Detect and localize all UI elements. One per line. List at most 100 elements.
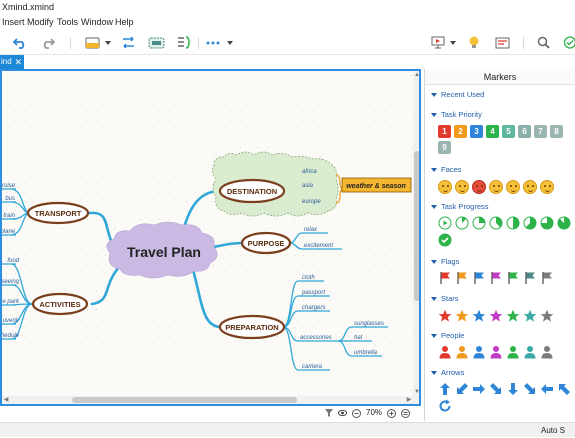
subtopic[interactable]: uvenir	[3, 318, 20, 324]
person-icon[interactable]	[438, 345, 452, 359]
horizontal-scrollbar[interactable]: ◀ ▶	[2, 396, 413, 404]
star-icon[interactable]	[438, 309, 452, 323]
menu-modify[interactable]: Modify	[27, 15, 54, 30]
angry-face-icon[interactable]	[472, 180, 486, 194]
section-task-priority[interactable]: Task Priority	[431, 110, 482, 119]
share-icon[interactable]	[561, 34, 575, 51]
branch-transport[interactable]: TRANSPORT	[35, 209, 82, 218]
star-icon[interactable]	[489, 309, 503, 323]
subtopic[interactable]: plane	[2, 229, 16, 235]
arrow-icon[interactable]	[557, 382, 571, 396]
arrow-icon[interactable]	[506, 382, 520, 396]
flag-icon[interactable]	[489, 271, 503, 285]
zoom-out-icon[interactable]	[352, 408, 361, 418]
subtopic[interactable]: food	[7, 258, 19, 264]
summary-icon[interactable]	[175, 34, 191, 51]
scroll-thumb-h[interactable]	[72, 397, 297, 403]
more-dropdown-icon[interactable]	[226, 34, 234, 51]
section-faces[interactable]: Faces	[431, 165, 461, 174]
section-task-progress[interactable]: Task Progress	[431, 202, 489, 211]
priority-6-icon[interactable]: 6	[518, 125, 531, 138]
section-flags[interactable]: Flags	[431, 257, 459, 266]
mindmap-canvas[interactable]: Travel Plan TRANSPORT ACTIVITIES DESTINA…	[0, 69, 421, 406]
person-icon[interactable]	[489, 345, 503, 359]
arrow-icon[interactable]	[489, 382, 503, 396]
arrow-icon[interactable]	[540, 382, 554, 396]
section-people[interactable]: People	[431, 331, 464, 340]
surprise-face-icon[interactable]	[506, 180, 520, 194]
star-icon[interactable]	[523, 309, 537, 323]
person-icon[interactable]	[455, 345, 469, 359]
flag-icon[interactable]	[438, 271, 452, 285]
topic-style-icon[interactable]	[84, 34, 100, 51]
subtopic[interactable]: train	[3, 213, 15, 219]
flag-icon[interactable]	[523, 271, 537, 285]
subtopic[interactable]: sunglasses	[354, 321, 384, 327]
scroll-thumb[interactable]	[414, 151, 419, 301]
smile-face-icon[interactable]	[438, 180, 452, 194]
presentation-dropdown-icon[interactable]	[449, 34, 457, 51]
star-icon[interactable]	[540, 309, 554, 323]
wink-face-icon[interactable]	[540, 180, 554, 194]
star-icon[interactable]	[472, 309, 486, 323]
subtopic[interactable]: relax	[304, 227, 318, 233]
idea-icon[interactable]	[466, 34, 482, 51]
branch-destination[interactable]: DESTINATION	[227, 187, 277, 196]
star-icon[interactable]	[455, 309, 469, 323]
subtopic[interactable]: camera	[302, 364, 323, 370]
flag-icon[interactable]	[506, 271, 520, 285]
menu-insert[interactable]: Insert	[2, 15, 25, 30]
flag-icon[interactable]	[472, 271, 486, 285]
progress-5-icon[interactable]	[523, 216, 537, 230]
subtopic[interactable]: umbrella	[354, 350, 378, 356]
more-icon[interactable]	[205, 34, 221, 51]
progress-3-icon[interactable]	[489, 216, 503, 230]
subtopic[interactable]: hedule	[2, 333, 20, 339]
priority-5-icon[interactable]: 5	[502, 125, 515, 138]
flag-icon[interactable]	[455, 271, 469, 285]
person-icon[interactable]	[540, 345, 554, 359]
arrow-icon[interactable]	[523, 382, 537, 396]
close-icon[interactable]: ✕	[14, 55, 22, 69]
priority-8-icon[interactable]: 8	[550, 125, 563, 138]
branch-purpose[interactable]: PURPOSE	[248, 239, 285, 248]
subtopic[interactable]: accessories	[300, 335, 332, 341]
zoom-in-icon[interactable]	[387, 408, 397, 418]
progress-0-icon[interactable]	[438, 216, 452, 230]
progress-4-icon[interactable]	[506, 216, 520, 230]
subtopic[interactable]: e park	[2, 299, 20, 305]
subtopic[interactable]: asia	[302, 183, 314, 189]
scroll-left-icon[interactable]: ◀	[2, 396, 10, 404]
vertical-scrollbar[interactable]: ▲ ▼	[413, 71, 419, 404]
branch-activities[interactable]: ACTIVITIES	[39, 300, 80, 309]
scroll-down-icon[interactable]: ▼	[413, 388, 419, 396]
star-icon[interactable]	[506, 309, 520, 323]
central-topic[interactable]: Travel Plan	[127, 244, 201, 260]
subtopic[interactable]: europe	[302, 199, 321, 205]
section-recent-used[interactable]: Recent Used	[431, 90, 484, 99]
progress-1-icon[interactable]	[455, 216, 469, 230]
flag-icon[interactable]	[540, 271, 554, 285]
scroll-up-icon[interactable]: ▲	[413, 71, 419, 79]
cry-face-icon[interactable]	[489, 180, 503, 194]
branch-preparation[interactable]: PREPARATION	[225, 323, 278, 332]
arrow-icon[interactable]	[455, 382, 469, 396]
priority-9-icon[interactable]: 9	[438, 141, 451, 154]
redo-icon[interactable]	[40, 34, 56, 51]
relationship-icon[interactable]	[120, 34, 136, 51]
chevron-down-icon[interactable]	[104, 34, 112, 51]
arrow-icon[interactable]	[472, 382, 486, 396]
subtopic[interactable]: seeing	[2, 279, 20, 285]
eye-icon[interactable]	[338, 409, 347, 418]
subtopic[interactable]: cloth	[302, 275, 315, 281]
tired-face-icon[interactable]	[523, 180, 537, 194]
filter-icon[interactable]	[324, 409, 333, 418]
priority-3-icon[interactable]: 3	[470, 125, 483, 138]
person-icon[interactable]	[523, 345, 537, 359]
person-icon[interactable]	[472, 345, 486, 359]
menu-window[interactable]: Window	[81, 15, 113, 30]
progress-8-icon[interactable]	[438, 233, 452, 247]
presentation-icon[interactable]	[430, 34, 446, 51]
section-stars[interactable]: Stars	[431, 294, 459, 303]
summary-topic[interactable]: weather & season	[346, 183, 406, 190]
